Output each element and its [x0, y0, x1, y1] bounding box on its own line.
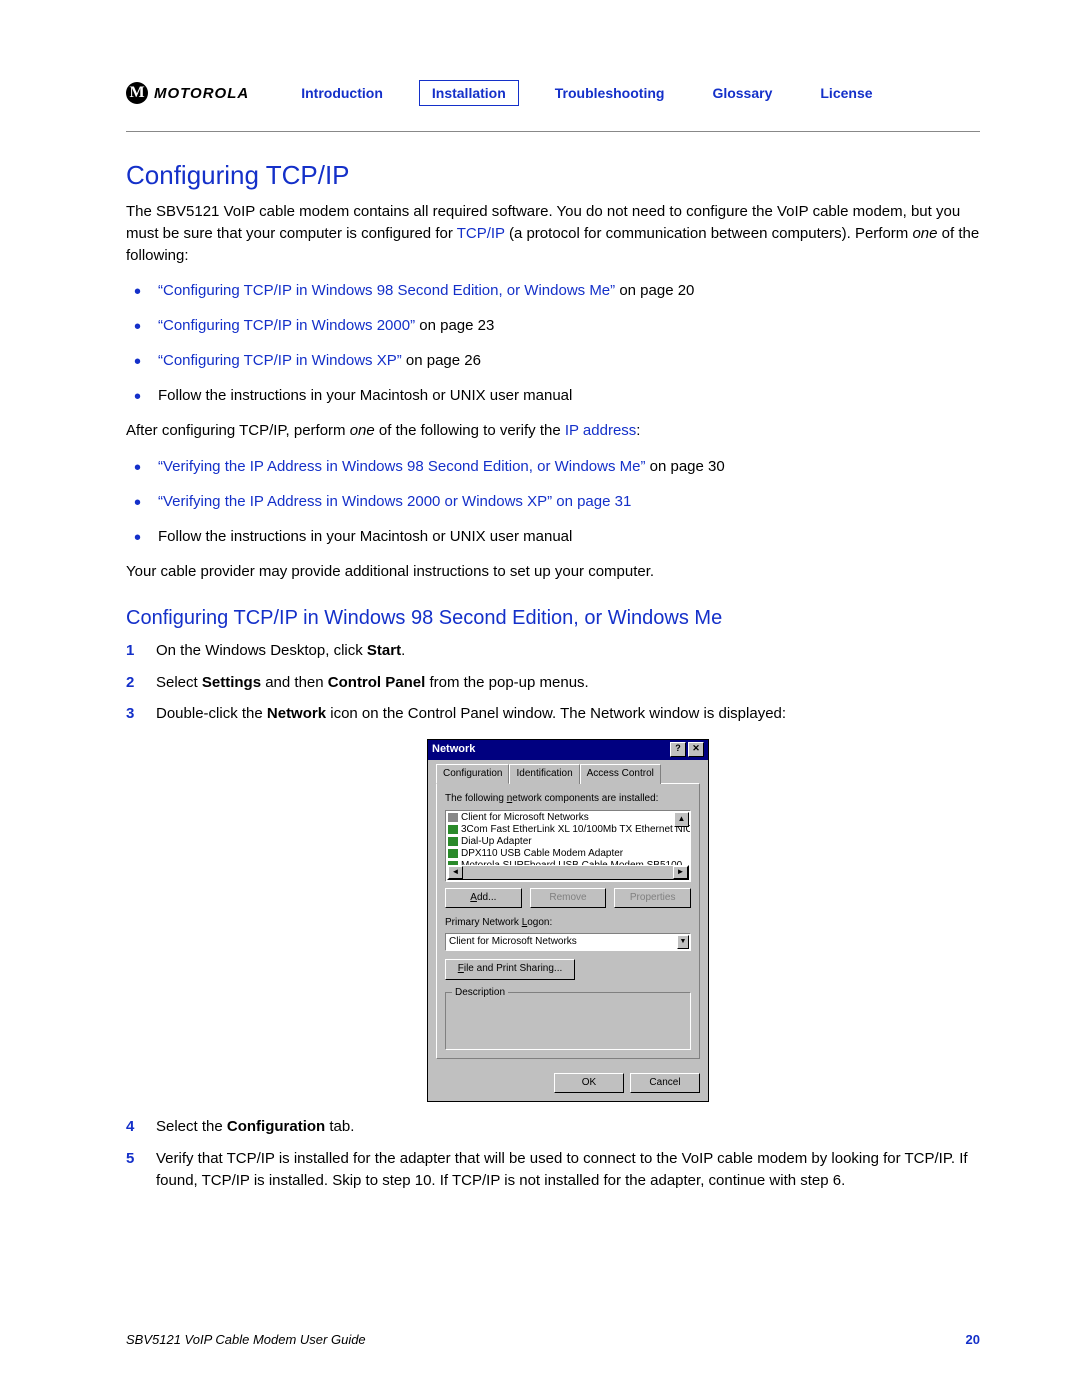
page-number: 20 [966, 1332, 980, 1347]
adapter-icon [448, 849, 458, 858]
adapter-icon [448, 837, 458, 846]
nav-glossary[interactable]: Glossary [700, 81, 784, 105]
file-print-sharing-button[interactable]: File and Print Sharing... [445, 959, 575, 980]
section-heading: Configuring TCP/IP in Windows 98 Second … [126, 607, 980, 630]
step-1: On the Windows Desktop, click Start. [126, 640, 980, 662]
link-verify-win98[interactable]: “Verifying the IP Address in Windows 98 … [158, 458, 645, 475]
properties-button[interactable]: Properties [614, 888, 691, 909]
network-dialog: Network ? ✕ Configuration Identification… [427, 739, 709, 1102]
primary-logon-label: Primary Network Logon: [445, 916, 691, 931]
ok-button[interactable]: OK [554, 1073, 624, 1094]
step-2: Select Settings and then Control Panel f… [126, 672, 980, 694]
nav-license[interactable]: License [808, 81, 884, 105]
components-listbox[interactable]: Client for Microsoft Networks 3Com Fast … [445, 810, 691, 882]
link-win2000[interactable]: “Configuring TCP/IP in Windows 2000” [158, 317, 415, 334]
scrollbar-horizontal[interactable]: ◄ ► [447, 865, 689, 880]
list-item[interactable]: DPX110 USB Cable Modem Adapter [448, 848, 688, 860]
list-item: “Verifying the IP Address in Windows 200… [158, 491, 980, 512]
list-item: “Configuring TCP/IP in Windows 2000” on … [158, 315, 980, 336]
scroll-right-icon[interactable]: ► [673, 866, 688, 879]
page-footer: SBV5121 VoIP Cable Modem User Guide 20 [126, 1332, 980, 1347]
dialog-titlebar[interactable]: Network ? ✕ [428, 740, 708, 760]
client-icon [448, 813, 458, 822]
config-options-list: “Configuring TCP/IP in Windows 98 Second… [126, 280, 980, 406]
cancel-button[interactable]: Cancel [630, 1073, 700, 1094]
provider-note: Your cable provider may provide addition… [126, 561, 980, 583]
list-item: “Verifying the IP Address in Windows 98 … [158, 456, 980, 477]
step-3: Double-click the Network icon on the Con… [126, 703, 980, 1102]
close-icon[interactable]: ✕ [688, 742, 704, 757]
step-5: Verify that TCP/IP is installed for the … [126, 1148, 980, 1192]
verify-options-list: “Verifying the IP Address in Windows 98 … [126, 456, 980, 547]
list-item: “Configuring TCP/IP in Windows XP” on pa… [158, 350, 980, 371]
nav-troubleshooting[interactable]: Troubleshooting [543, 81, 677, 105]
scroll-left-icon[interactable]: ◄ [448, 866, 463, 879]
dialog-title: Network [432, 742, 475, 758]
tab-configuration[interactable]: Configuration [436, 764, 509, 785]
list-item: Follow the instructions in your Macintos… [158, 526, 980, 547]
motorola-m-icon: M [126, 82, 148, 104]
scroll-up-icon[interactable]: ▲ [674, 812, 689, 827]
list-item[interactable]: Client for Microsoft Networks [448, 812, 688, 824]
page-title: Configuring TCP/IP [126, 160, 980, 191]
link-winxp[interactable]: “Configuring TCP/IP in Windows XP” [158, 352, 402, 369]
ip-address-link[interactable]: IP address [565, 422, 636, 439]
description-label: Description [452, 986, 508, 1001]
header: M MOTOROLA Introduction Installation Tro… [126, 80, 980, 132]
tcpip-link[interactable]: TCP/IP [457, 225, 505, 242]
list-item: Follow the instructions in your Macintos… [158, 385, 980, 406]
link-verify-win2000[interactable]: “Verifying the IP Address in Windows 200… [158, 493, 631, 510]
remove-button[interactable]: Remove [530, 888, 607, 909]
brand-wordmark: MOTOROLA [154, 85, 249, 102]
components-label: The following network components are ins… [445, 792, 691, 807]
nav-introduction[interactable]: Introduction [289, 81, 395, 105]
brand-logo: M MOTOROLA [126, 82, 249, 104]
intro-paragraph: The SBV5121 VoIP cable modem contains al… [126, 201, 980, 266]
list-item[interactable]: Dial-Up Adapter [448, 836, 688, 848]
step-4: Select the Configuration tab. [126, 1116, 980, 1138]
help-icon[interactable]: ? [670, 742, 686, 757]
adapter-icon [448, 825, 458, 834]
tab-access-control[interactable]: Access Control [580, 764, 661, 785]
verify-paragraph: After configuring TCP/IP, perform one of… [126, 420, 980, 442]
link-win98[interactable]: “Configuring TCP/IP in Windows 98 Second… [158, 282, 615, 299]
description-group: Description [445, 992, 691, 1050]
add-button[interactable]: Add... [445, 888, 522, 909]
nav-installation[interactable]: Installation [419, 80, 519, 106]
list-item[interactable]: 3Com Fast EtherLink XL 10/100Mb TX Ether… [448, 824, 688, 836]
primary-logon-select[interactable]: Client for Microsoft Networks [445, 933, 691, 952]
footer-title: SBV5121 VoIP Cable Modem User Guide [126, 1332, 366, 1347]
steps-list: On the Windows Desktop, click Start. Sel… [126, 640, 980, 1192]
list-item: “Configuring TCP/IP in Windows 98 Second… [158, 280, 980, 301]
tab-identification[interactable]: Identification [509, 764, 579, 785]
